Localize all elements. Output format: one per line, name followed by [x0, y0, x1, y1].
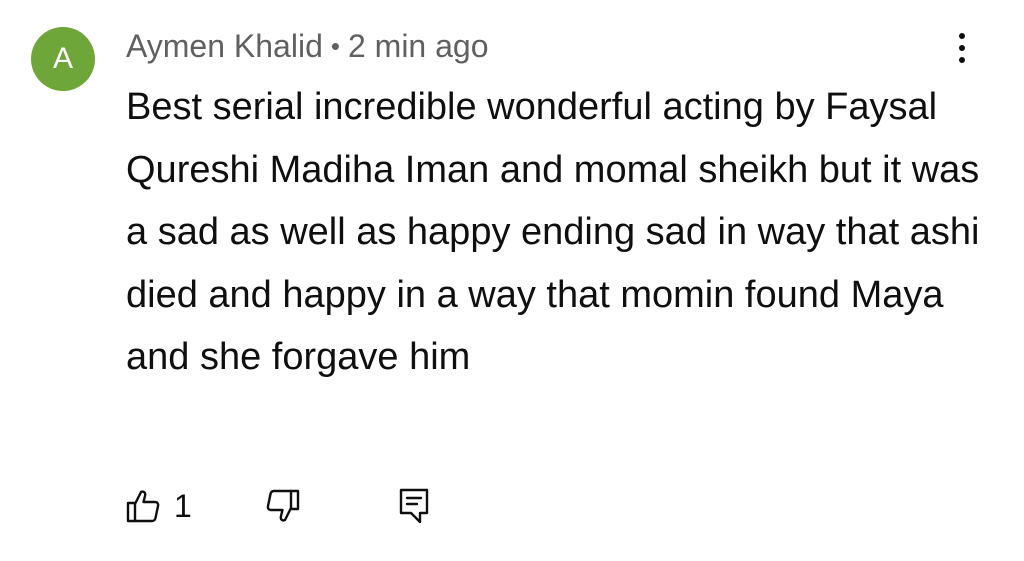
author-name[interactable]: Aymen Khalid: [126, 28, 323, 65]
avatar-letter: A: [52, 42, 73, 75]
more-vert-icon-dot: [959, 57, 965, 63]
like-button[interactable]: 1: [126, 488, 192, 525]
comment-timestamp[interactable]: 2 min ago: [348, 28, 489, 65]
comment-header: Aymen Khalid • 2 min ago: [126, 26, 489, 66]
comment-item: A Aymen Khalid • 2 min ago Best serial i…: [0, 0, 1024, 561]
more-vert-icon: [959, 33, 965, 39]
header-separator: •: [330, 30, 340, 61]
comment-icon: [399, 488, 428, 524]
avatar[interactable]: A: [31, 27, 95, 91]
more-vert-icon-dot: [959, 45, 965, 51]
thumb-up-icon: [126, 490, 160, 523]
comment-actions: 1: [126, 484, 430, 528]
comment-text: Best serial incredible wonderful acting …: [126, 86, 980, 378]
thumb-down-icon: [266, 489, 299, 522]
reply-button[interactable]: [398, 487, 430, 525]
more-options-button[interactable]: [946, 28, 978, 68]
dislike-button[interactable]: [266, 488, 300, 524]
like-count: 1: [174, 487, 192, 524]
